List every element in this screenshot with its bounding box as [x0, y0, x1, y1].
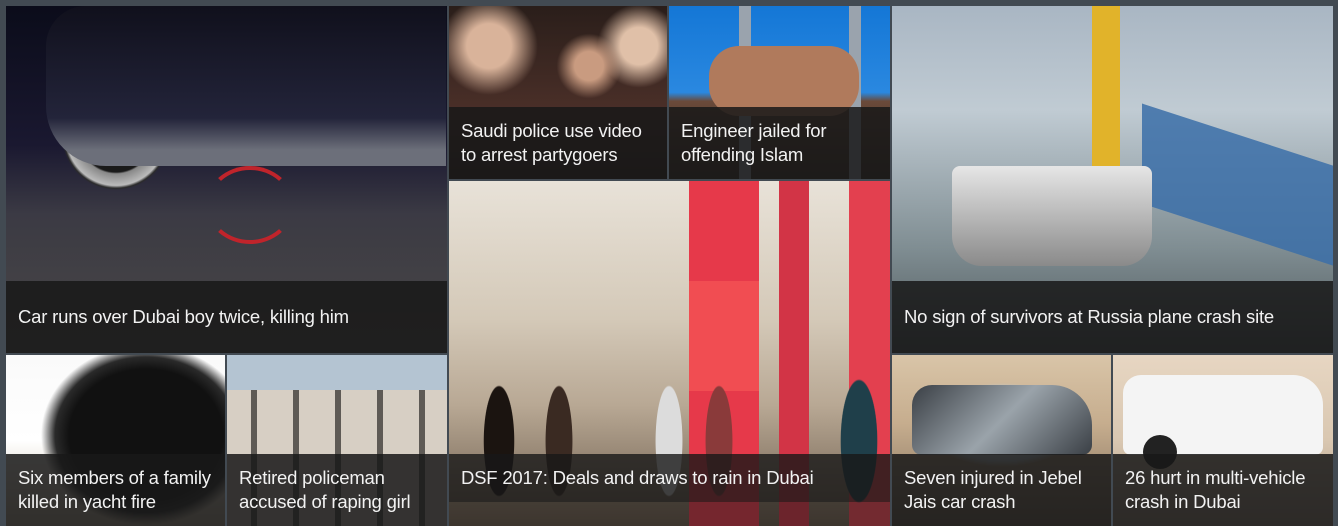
- story-title[interactable]: No sign of survivors at Russia plane cra…: [904, 305, 1274, 329]
- story-tile-yacht-fire[interactable]: Six members of a family killed in yacht …: [6, 355, 225, 526]
- story-caption[interactable]: 26 hurt in multi-vehicle crash in Dubai: [1113, 454, 1333, 526]
- story-title[interactable]: Engineer jailed for offending Islam: [681, 119, 878, 167]
- story-tile-engineer-jailed[interactable]: Engineer jailed for offending Islam: [669, 6, 890, 179]
- story-caption[interactable]: Six members of a family killed in yacht …: [6, 454, 225, 526]
- story-title[interactable]: Retired policeman accused of raping girl: [239, 466, 435, 514]
- car-shape: [46, 6, 446, 166]
- story-title[interactable]: 26 hurt in multi-vehicle crash in Dubai: [1125, 466, 1321, 514]
- bicycle-shape: [206, 166, 294, 244]
- story-caption[interactable]: Car runs over Dubai boy twice, killing h…: [6, 281, 447, 353]
- story-caption[interactable]: No sign of survivors at Russia plane cra…: [892, 281, 1333, 353]
- story-title[interactable]: Seven injured in Jebel Jais car crash: [904, 466, 1099, 514]
- story-caption[interactable]: DSF 2017: Deals and draws to rain in Dub…: [449, 454, 890, 502]
- story-title[interactable]: DSF 2017: Deals and draws to rain in Dub…: [461, 466, 814, 490]
- story-tile-russia-plane-crash[interactable]: No sign of survivors at Russia plane cra…: [892, 6, 1333, 353]
- story-caption[interactable]: Engineer jailed for offending Islam: [669, 107, 890, 179]
- story-title[interactable]: Car runs over Dubai boy twice, killing h…: [18, 305, 349, 329]
- boat-shape: [952, 166, 1152, 266]
- story-title[interactable]: Saudi police use video to arrest partygo…: [461, 119, 655, 167]
- story-tile-multi-vehicle-crash[interactable]: 26 hurt in multi-vehicle crash in Dubai: [1113, 355, 1333, 526]
- story-caption[interactable]: Seven injured in Jebel Jais car crash: [892, 454, 1111, 526]
- sky-shape: [227, 355, 447, 390]
- story-tile-retired-policeman[interactable]: Retired policeman accused of raping girl: [227, 355, 447, 526]
- story-caption[interactable]: Saudi police use video to arrest partygo…: [449, 107, 667, 179]
- hands-shape: [709, 46, 859, 116]
- story-caption[interactable]: Retired policeman accused of raping girl: [227, 454, 447, 526]
- story-tile-dsf-2017[interactable]: DSF 2017: Deals and draws to rain in Dub…: [449, 181, 890, 526]
- wreck-shape: [912, 385, 1092, 455]
- news-mosaic: Car runs over Dubai boy twice, killing h…: [0, 0, 1338, 526]
- story-tile-jebel-jais-crash[interactable]: Seven injured in Jebel Jais car crash: [892, 355, 1111, 526]
- yellow-post-shape: [1092, 6, 1120, 186]
- story-tile-car-runs-over-boy[interactable]: Car runs over Dubai boy twice, killing h…: [6, 6, 447, 353]
- story-tile-saudi-police[interactable]: Saudi police use video to arrest partygo…: [449, 6, 667, 179]
- story-title[interactable]: Six members of a family killed in yacht …: [18, 466, 213, 514]
- pier-shape: [1142, 103, 1333, 269]
